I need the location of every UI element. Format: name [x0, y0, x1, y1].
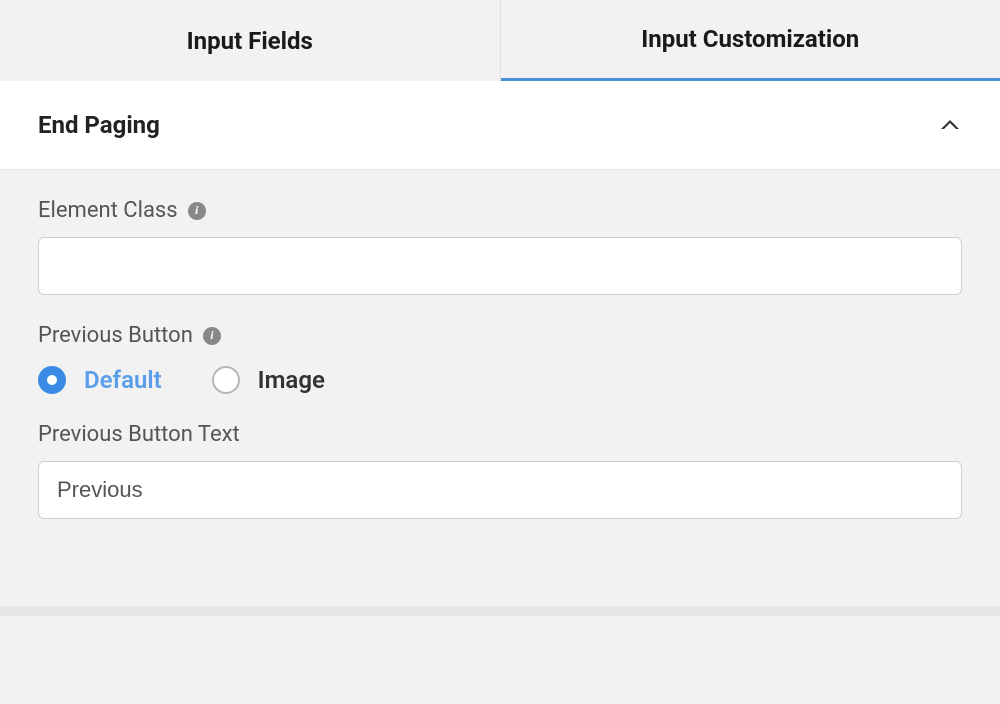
settings-panel: Element Class i Previous Button i Defaul… [0, 170, 1000, 559]
tab-input-customization[interactable]: Input Customization [501, 0, 1000, 81]
info-icon[interactable]: i [203, 327, 221, 345]
radio-label: Image [258, 366, 325, 394]
tab-input-fields[interactable]: Input Fields [0, 0, 501, 81]
radio-group: Default Image [38, 366, 962, 394]
radio-option-image[interactable]: Image [212, 366, 325, 394]
field-element-class: Element Class i [38, 198, 962, 295]
radio-icon [212, 366, 240, 394]
label-text: Previous Button Text [38, 422, 240, 447]
section-title: End Paging [38, 111, 160, 139]
section-header[interactable]: End Paging [0, 81, 1000, 170]
info-icon[interactable]: i [188, 202, 206, 220]
field-previous-button-text: Previous Button Text [38, 422, 962, 519]
radio-label: Default [84, 366, 162, 394]
label-text: Previous Button [38, 323, 193, 348]
label-text: Element Class [38, 198, 178, 223]
field-label: Previous Button Text [38, 422, 962, 447]
chevron-up-icon [938, 113, 962, 137]
field-previous-button: Previous Button i Default Image [38, 323, 962, 394]
tab-label: Input Fields [187, 27, 313, 55]
field-label: Element Class i [38, 198, 962, 223]
radio-option-default[interactable]: Default [38, 366, 162, 394]
element-class-input[interactable] [38, 237, 962, 295]
previous-button-text-input[interactable] [38, 461, 962, 519]
radio-icon [38, 366, 66, 394]
field-label: Previous Button i [38, 323, 962, 348]
tab-label: Input Customization [641, 25, 859, 53]
tabs-container: Input Fields Input Customization [0, 0, 1000, 81]
divider [0, 606, 1000, 616]
